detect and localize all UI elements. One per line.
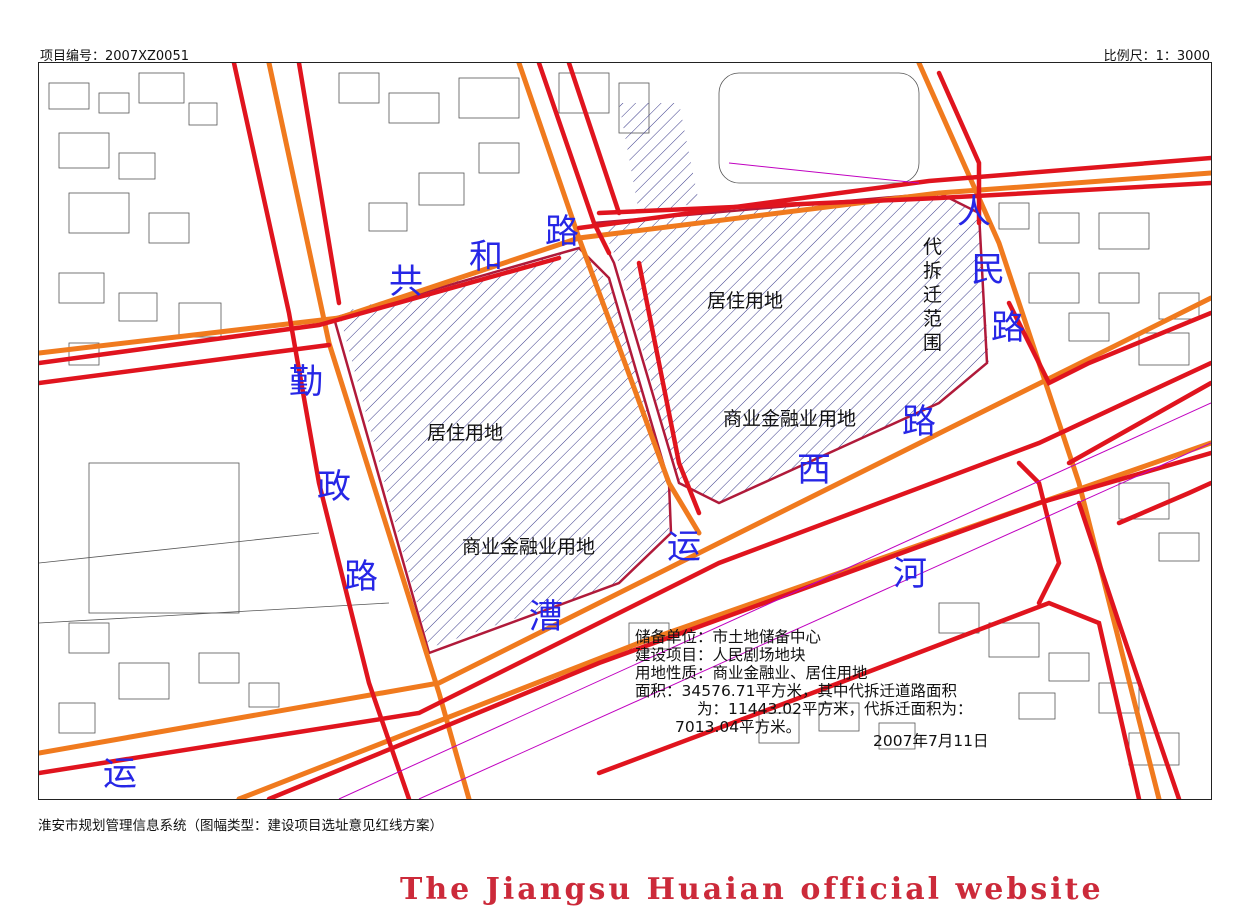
info-area-end: 7013.04平方米。 — [675, 718, 801, 736]
street-char: 人 — [957, 192, 991, 232]
svg-text:拆: 拆 — [923, 260, 942, 282]
info-nature: 用地性质：商业金融业、居住用地 — [635, 664, 868, 682]
info-date: 2007年7月11日 — [873, 732, 989, 750]
street-char: 西 — [797, 450, 831, 490]
street-char: 路 — [545, 212, 579, 252]
land-use-label: 商业金融业用地 — [723, 408, 856, 430]
svg-text:围: 围 — [923, 332, 942, 354]
street-char: 路 — [344, 557, 378, 597]
land-use-label: 商业金融业用地 — [462, 536, 595, 558]
street-char: 和 — [469, 237, 503, 277]
info-area-cont: 为：11443.02平方米，代拆迁面积为： — [697, 700, 972, 718]
svg-text:迁: 迁 — [923, 284, 942, 306]
svg-text:代: 代 — [923, 236, 942, 258]
planning-map[interactable]: 共 和 路 人 民 路 共 勤 政 路 漕 运 路 西 河 运 居住用地 居住用… — [39, 63, 1211, 799]
info-unit: 储备单位：市土地储备中心 — [635, 628, 821, 646]
land-use-label: 居住用地 — [427, 422, 503, 444]
street-char: 漕 — [529, 597, 563, 637]
demolition-scope-note: 代 拆 迁 范 围 — [923, 236, 942, 354]
map-frame[interactable]: 共 和 路 人 民 路 共 勤 政 路 漕 运 路 西 河 运 居住用地 居住用… — [38, 62, 1212, 800]
street-char: 共 — [389, 262, 423, 302]
street-char: 民 — [971, 250, 1005, 290]
svg-text:范: 范 — [923, 308, 942, 330]
info-area: 面积：34576.71平方米，其中代拆迁道路面积 — [635, 682, 957, 700]
street-char: 政 — [317, 467, 351, 507]
street-char: 路 — [991, 308, 1025, 348]
street-char: 勤 — [289, 362, 323, 402]
street-char: 运 — [103, 754, 137, 794]
website-banner: The Jiangsu Huaian official website — [400, 872, 1104, 907]
street-char: 河 — [893, 554, 927, 594]
street-char: 路 — [902, 402, 936, 442]
system-caption: 淮安市规划管理信息系统（图幅类型：建设项目选址意见红线方案） — [38, 818, 443, 834]
street-char: 运 — [667, 527, 701, 567]
land-use-label: 居住用地 — [707, 290, 783, 312]
info-project: 建设项目：人民剧场地块 — [635, 646, 806, 664]
